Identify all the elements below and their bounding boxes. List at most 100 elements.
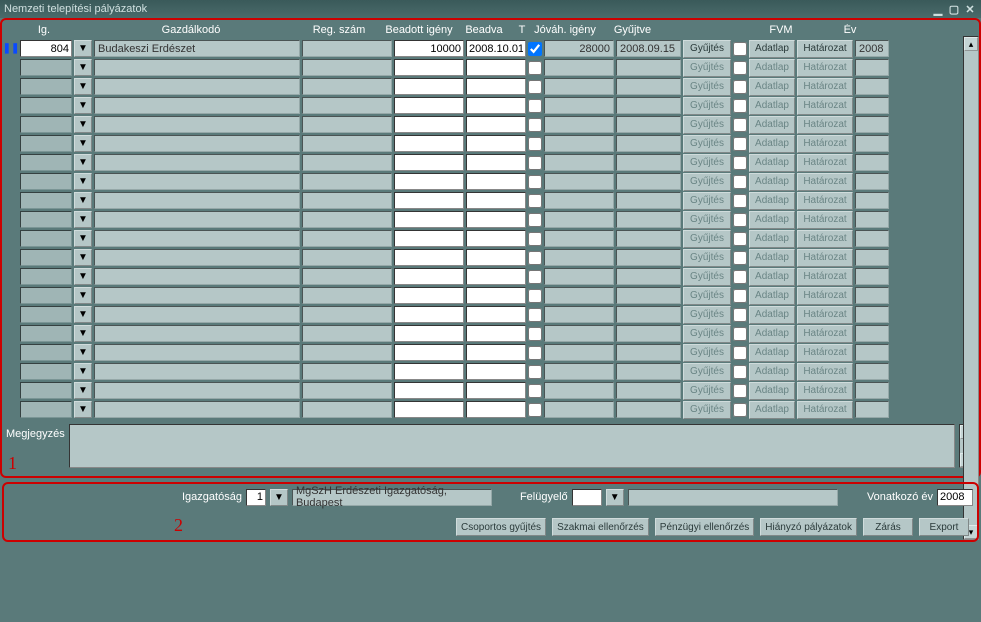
hatarozat-button[interactable]: Határozat <box>797 116 853 134</box>
adatlap-button[interactable]: Adatlap <box>749 59 795 77</box>
adatlap-button[interactable]: Adatlap <box>749 230 795 248</box>
ig-input[interactable] <box>20 287 72 304</box>
hatarozat-button[interactable]: Határozat <box>797 154 853 172</box>
gyujtes-button[interactable]: Gyűjtés <box>683 268 731 286</box>
gyujtes-button[interactable]: Gyűjtés <box>683 363 731 381</box>
adatlap-button[interactable]: Adatlap <box>749 325 795 343</box>
gyujtes-button[interactable]: Gyűjtés <box>683 382 731 400</box>
ig-input[interactable] <box>20 249 72 266</box>
hatarozat-button[interactable]: Határozat <box>797 344 853 362</box>
t-checkbox[interactable] <box>528 213 542 227</box>
gyujtes-button[interactable]: Gyűjtés <box>683 230 731 248</box>
gazdalkodo-picker-icon[interactable]: ▼ <box>74 230 92 247</box>
gazdalkodo-picker-icon[interactable]: ▼ <box>74 97 92 114</box>
close-icon[interactable]: ✕ <box>963 2 977 16</box>
gyujtes-button[interactable]: Gyűjtés <box>683 40 731 58</box>
fvm-checkbox[interactable] <box>733 194 747 208</box>
scroll-up-icon[interactable]: ▴ <box>964 37 978 51</box>
ig-input[interactable] <box>20 97 72 114</box>
gazdalkodo-picker-icon[interactable]: ▼ <box>74 363 92 380</box>
adatlap-button[interactable]: Adatlap <box>749 97 795 115</box>
beadott-igeny-input[interactable] <box>394 78 464 95</box>
t-checkbox[interactable] <box>528 80 542 94</box>
beadott-igeny-input[interactable] <box>394 306 464 323</box>
beadva-input[interactable] <box>466 211 526 228</box>
beadott-igeny-input[interactable] <box>394 268 464 285</box>
t-checkbox[interactable] <box>528 99 542 113</box>
fvm-checkbox[interactable] <box>733 251 747 265</box>
gyujtes-button[interactable]: Gyűjtés <box>683 78 731 96</box>
beadva-input[interactable] <box>466 173 526 190</box>
export-button[interactable]: Export <box>919 518 969 536</box>
beadva-input[interactable] <box>466 192 526 209</box>
gazdalkodo-picker-icon[interactable]: ▼ <box>74 78 92 95</box>
szakmai-ellenorzes-button[interactable]: Szakmai ellenőrzés <box>552 518 649 536</box>
t-checkbox[interactable] <box>528 270 542 284</box>
ig-input[interactable] <box>20 40 72 57</box>
csoportos-gyujtes-button[interactable]: Csoportos gyűjtés <box>456 518 546 536</box>
beadott-igeny-input[interactable] <box>394 135 464 152</box>
t-checkbox[interactable] <box>528 308 542 322</box>
beadott-igeny-input[interactable] <box>394 97 464 114</box>
fvm-checkbox[interactable] <box>733 99 747 113</box>
beadva-input[interactable] <box>466 78 526 95</box>
hatarozat-button[interactable]: Határozat <box>797 306 853 324</box>
ig-input[interactable] <box>20 173 72 190</box>
fvm-checkbox[interactable] <box>733 289 747 303</box>
hatarozat-button[interactable]: Határozat <box>797 97 853 115</box>
ig-input[interactable] <box>20 325 72 342</box>
beadott-igeny-input[interactable] <box>394 344 464 361</box>
gazdalkodo-picker-icon[interactable]: ▼ <box>74 173 92 190</box>
ig-input[interactable] <box>20 154 72 171</box>
adatlap-button[interactable]: Adatlap <box>749 154 795 172</box>
hatarozat-button[interactable]: Határozat <box>797 363 853 381</box>
t-checkbox[interactable] <box>528 156 542 170</box>
ig-input[interactable] <box>20 116 72 133</box>
gyujtes-button[interactable]: Gyűjtés <box>683 344 731 362</box>
adatlap-button[interactable]: Adatlap <box>749 211 795 229</box>
adatlap-button[interactable]: Adatlap <box>749 363 795 381</box>
hatarozat-button[interactable]: Határozat <box>797 59 853 77</box>
gyujtes-button[interactable]: Gyűjtés <box>683 173 731 191</box>
ig-input[interactable] <box>20 401 72 418</box>
hatarozat-button[interactable]: Határozat <box>797 135 853 153</box>
gazdalkodo-picker-icon[interactable]: ▼ <box>74 306 92 323</box>
fvm-checkbox[interactable] <box>733 384 747 398</box>
gyujtes-button[interactable]: Gyűjtés <box>683 116 731 134</box>
ig-input[interactable] <box>20 344 72 361</box>
adatlap-button[interactable]: Adatlap <box>749 192 795 210</box>
hatarozat-button[interactable]: Határozat <box>797 230 853 248</box>
gazdalkodo-picker-icon[interactable]: ▼ <box>74 211 92 228</box>
fvm-checkbox[interactable] <box>733 346 747 360</box>
ig-input[interactable] <box>20 363 72 380</box>
fvm-checkbox[interactable] <box>733 213 747 227</box>
beadott-igeny-input[interactable] <box>394 40 464 57</box>
t-checkbox[interactable] <box>528 365 542 379</box>
ig-input[interactable] <box>20 230 72 247</box>
beadott-igeny-input[interactable] <box>394 116 464 133</box>
minimize-icon[interactable]: ▁ <box>931 2 945 16</box>
hatarozat-button[interactable]: Határozat <box>797 287 853 305</box>
gazdalkodo-picker-icon[interactable]: ▼ <box>74 325 92 342</box>
beadva-input[interactable] <box>466 59 526 76</box>
adatlap-button[interactable]: Adatlap <box>749 344 795 362</box>
igazgatosag-input[interactable] <box>246 489 266 506</box>
fvm-checkbox[interactable] <box>733 61 747 75</box>
adatlap-button[interactable]: Adatlap <box>749 249 795 267</box>
gazdalkodo-picker-icon[interactable]: ▼ <box>74 154 92 171</box>
hatarozat-button[interactable]: Határozat <box>797 192 853 210</box>
hatarozat-button[interactable]: Határozat <box>797 249 853 267</box>
beadva-input[interactable] <box>466 135 526 152</box>
beadva-input[interactable] <box>466 382 526 399</box>
gyujtes-button[interactable]: Gyűjtés <box>683 325 731 343</box>
hatarozat-button[interactable]: Határozat <box>797 325 853 343</box>
gyujtes-button[interactable]: Gyűjtés <box>683 154 731 172</box>
gyujtes-button[interactable]: Gyűjtés <box>683 287 731 305</box>
beadva-input[interactable] <box>466 154 526 171</box>
gazdalkodo-picker-icon[interactable]: ▼ <box>74 401 92 418</box>
adatlap-button[interactable]: Adatlap <box>749 40 795 58</box>
ig-input[interactable] <box>20 382 72 399</box>
beadva-input[interactable] <box>466 230 526 247</box>
hatarozat-button[interactable]: Határozat <box>797 268 853 286</box>
beadott-igeny-input[interactable] <box>394 382 464 399</box>
